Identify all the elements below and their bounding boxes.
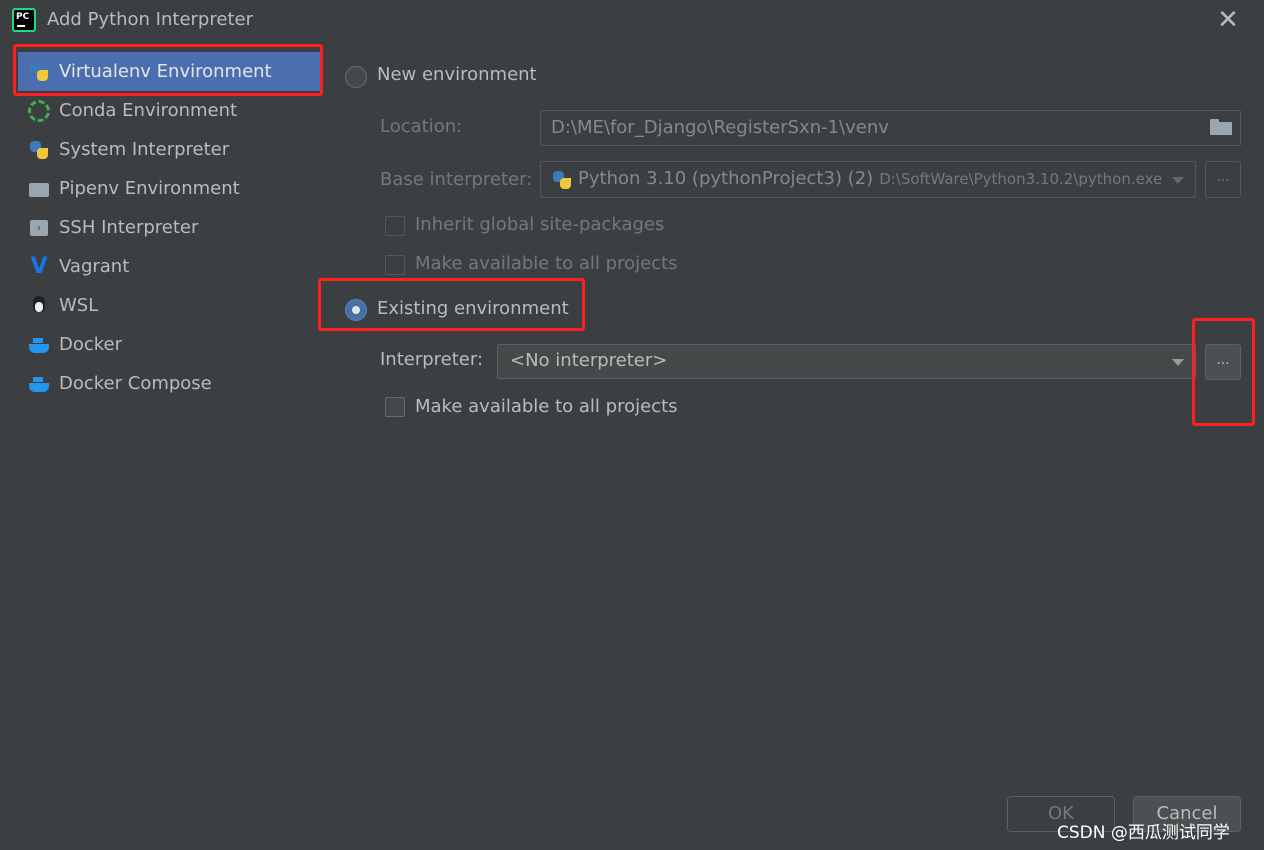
- base-interpreter-select[interactable]: Python 3.10 (pythonProject3) (2) D:\SoftW…: [540, 161, 1196, 198]
- sidebar-item-label: Docker Compose: [59, 373, 212, 394]
- interpreter-type-list: Virtualenv Environment Conda Environment…: [18, 52, 320, 403]
- sidebar-item-label: Conda Environment: [59, 100, 238, 121]
- sidebar-item-label: System Interpreter: [59, 139, 230, 160]
- sidebar-item-virtualenv[interactable]: Virtualenv Environment: [18, 52, 320, 91]
- new-environment-label: New environment: [377, 64, 537, 85]
- location-label: Location:: [380, 116, 463, 137]
- pycharm-logo-icon: PC: [12, 8, 36, 32]
- sidebar-item-docker-compose[interactable]: Docker Compose: [18, 364, 320, 403]
- sidebar-item-docker[interactable]: Docker: [18, 325, 320, 364]
- pipenv-folder-icon: [28, 178, 50, 200]
- interpreter-select[interactable]: <No interpreter>: [497, 344, 1196, 379]
- base-interpreter-value: Python 3.10 (pythonProject3) (2): [578, 168, 874, 189]
- sidebar-item-system[interactable]: System Interpreter: [18, 130, 320, 169]
- sidebar-item-vagrant[interactable]: V Vagrant: [18, 247, 320, 286]
- chevron-down-icon: [1172, 177, 1184, 184]
- base-interpreter-browse-button[interactable]: ...: [1205, 161, 1241, 198]
- python-icon: [551, 169, 573, 191]
- vagrant-icon: V: [30, 253, 48, 279]
- new-environment-radio[interactable]: [345, 66, 367, 88]
- watermark: CSDN @西瓜测试同学: [1057, 823, 1230, 843]
- sidebar-item-label: SSH Interpreter: [59, 217, 199, 238]
- interpreter-value: <No interpreter>: [510, 350, 668, 371]
- close-icon[interactable]: ✕: [1214, 6, 1242, 34]
- interpreter-browse-button[interactable]: ...: [1205, 344, 1241, 380]
- docker-whale-icon: [28, 373, 50, 395]
- window-title: Add Python Interpreter: [47, 9, 253, 30]
- base-interpreter-label: Base interpreter:: [380, 169, 533, 190]
- sidebar-item-label: Pipenv Environment: [59, 178, 240, 199]
- inherit-site-packages-checkbox[interactable]: [385, 216, 405, 236]
- location-value: D:\ME\for_Django\RegisterSxn-1\venv: [551, 117, 889, 138]
- folder-open-icon[interactable]: [1210, 119, 1232, 135]
- location-field[interactable]: D:\ME\for_Django\RegisterSxn-1\venv: [540, 110, 1241, 146]
- sidebar-item-conda[interactable]: Conda Environment: [18, 91, 320, 130]
- sidebar-item-label: Virtualenv Environment: [59, 61, 272, 82]
- existing-make-available-label: Make available to all projects: [415, 396, 678, 417]
- existing-environment-radio[interactable]: [345, 299, 367, 321]
- existing-make-available-checkbox[interactable]: [385, 397, 405, 417]
- python-icon: [28, 139, 50, 161]
- sidebar-item-label: WSL: [59, 295, 99, 316]
- title-bar: PC Add Python Interpreter ✕: [0, 0, 1264, 42]
- sidebar-item-label: Docker: [59, 334, 123, 355]
- sidebar-item-pipenv[interactable]: Pipenv Environment: [18, 169, 320, 208]
- inherit-site-packages-label: Inherit global site-packages: [415, 214, 665, 235]
- chevron-down-icon: [1172, 359, 1184, 366]
- python-virtualenv-icon: [28, 61, 50, 83]
- sidebar-item-ssh[interactable]: › SSH Interpreter: [18, 208, 320, 247]
- interpreter-label: Interpreter:: [380, 349, 484, 370]
- new-make-available-checkbox[interactable]: [385, 255, 405, 275]
- sidebar-item-label: Vagrant: [59, 256, 130, 277]
- base-interpreter-path: D:\SoftWare\Python3.10.2\python.exe: [879, 170, 1163, 188]
- ssh-terminal-icon: ›: [30, 219, 48, 236]
- sidebar-item-wsl[interactable]: WSL: [18, 286, 320, 325]
- existing-environment-label: Existing environment: [377, 298, 569, 319]
- conda-icon: [28, 99, 50, 122]
- new-make-available-label: Make available to all projects: [415, 253, 678, 274]
- linux-penguin-icon: [28, 295, 50, 317]
- docker-whale-icon: [28, 334, 50, 356]
